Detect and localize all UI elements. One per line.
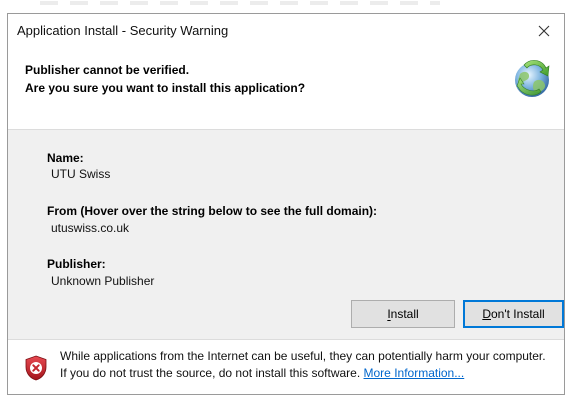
name-label: Name: — [47, 151, 84, 165]
publisher-warning-heading: Publisher cannot be verified. — [25, 63, 190, 77]
name-value: UTU Swiss — [51, 167, 111, 181]
title-bar[interactable]: Application Install - Security Warning — [8, 14, 564, 47]
close-button[interactable] — [524, 14, 564, 47]
install-question: Are you sure you want to install this ap… — [25, 81, 306, 95]
publisher-label: Publisher: — [47, 257, 106, 271]
window-title: Application Install - Security Warning — [17, 23, 229, 38]
security-footer: While applications from the Internet can… — [8, 340, 564, 394]
application-details-panel: Name: UTU Swiss From (Hover over the str… — [8, 129, 564, 340]
install-button-label: Install — [387, 307, 419, 321]
security-warning-text: While applications from the Internet can… — [60, 349, 546, 380]
background-window-strip — [0, 0, 573, 10]
close-icon — [538, 25, 550, 36]
more-information-link[interactable]: More Information... — [364, 366, 465, 380]
globe-install-icon — [515, 60, 550, 97]
dont-install-button-label: Don't Install — [482, 307, 545, 321]
from-label: From (Hover over the string below to see… — [47, 204, 378, 218]
from-value[interactable]: utuswiss.co.uk — [51, 221, 129, 235]
security-warning-message: While applications from the Internet can… — [60, 348, 555, 382]
publisher-value: Unknown Publisher — [51, 274, 155, 288]
security-warning-dialog: Application Install - Security Warning P… — [7, 13, 565, 395]
background-text-fragment — [40, 1, 440, 5]
dont-install-button[interactable]: Don't Install — [463, 300, 564, 328]
shield-warning-icon — [25, 355, 47, 381]
install-button[interactable]: Install — [351, 300, 455, 328]
warning-header: Publisher cannot be verified. Are you su… — [8, 47, 564, 129]
